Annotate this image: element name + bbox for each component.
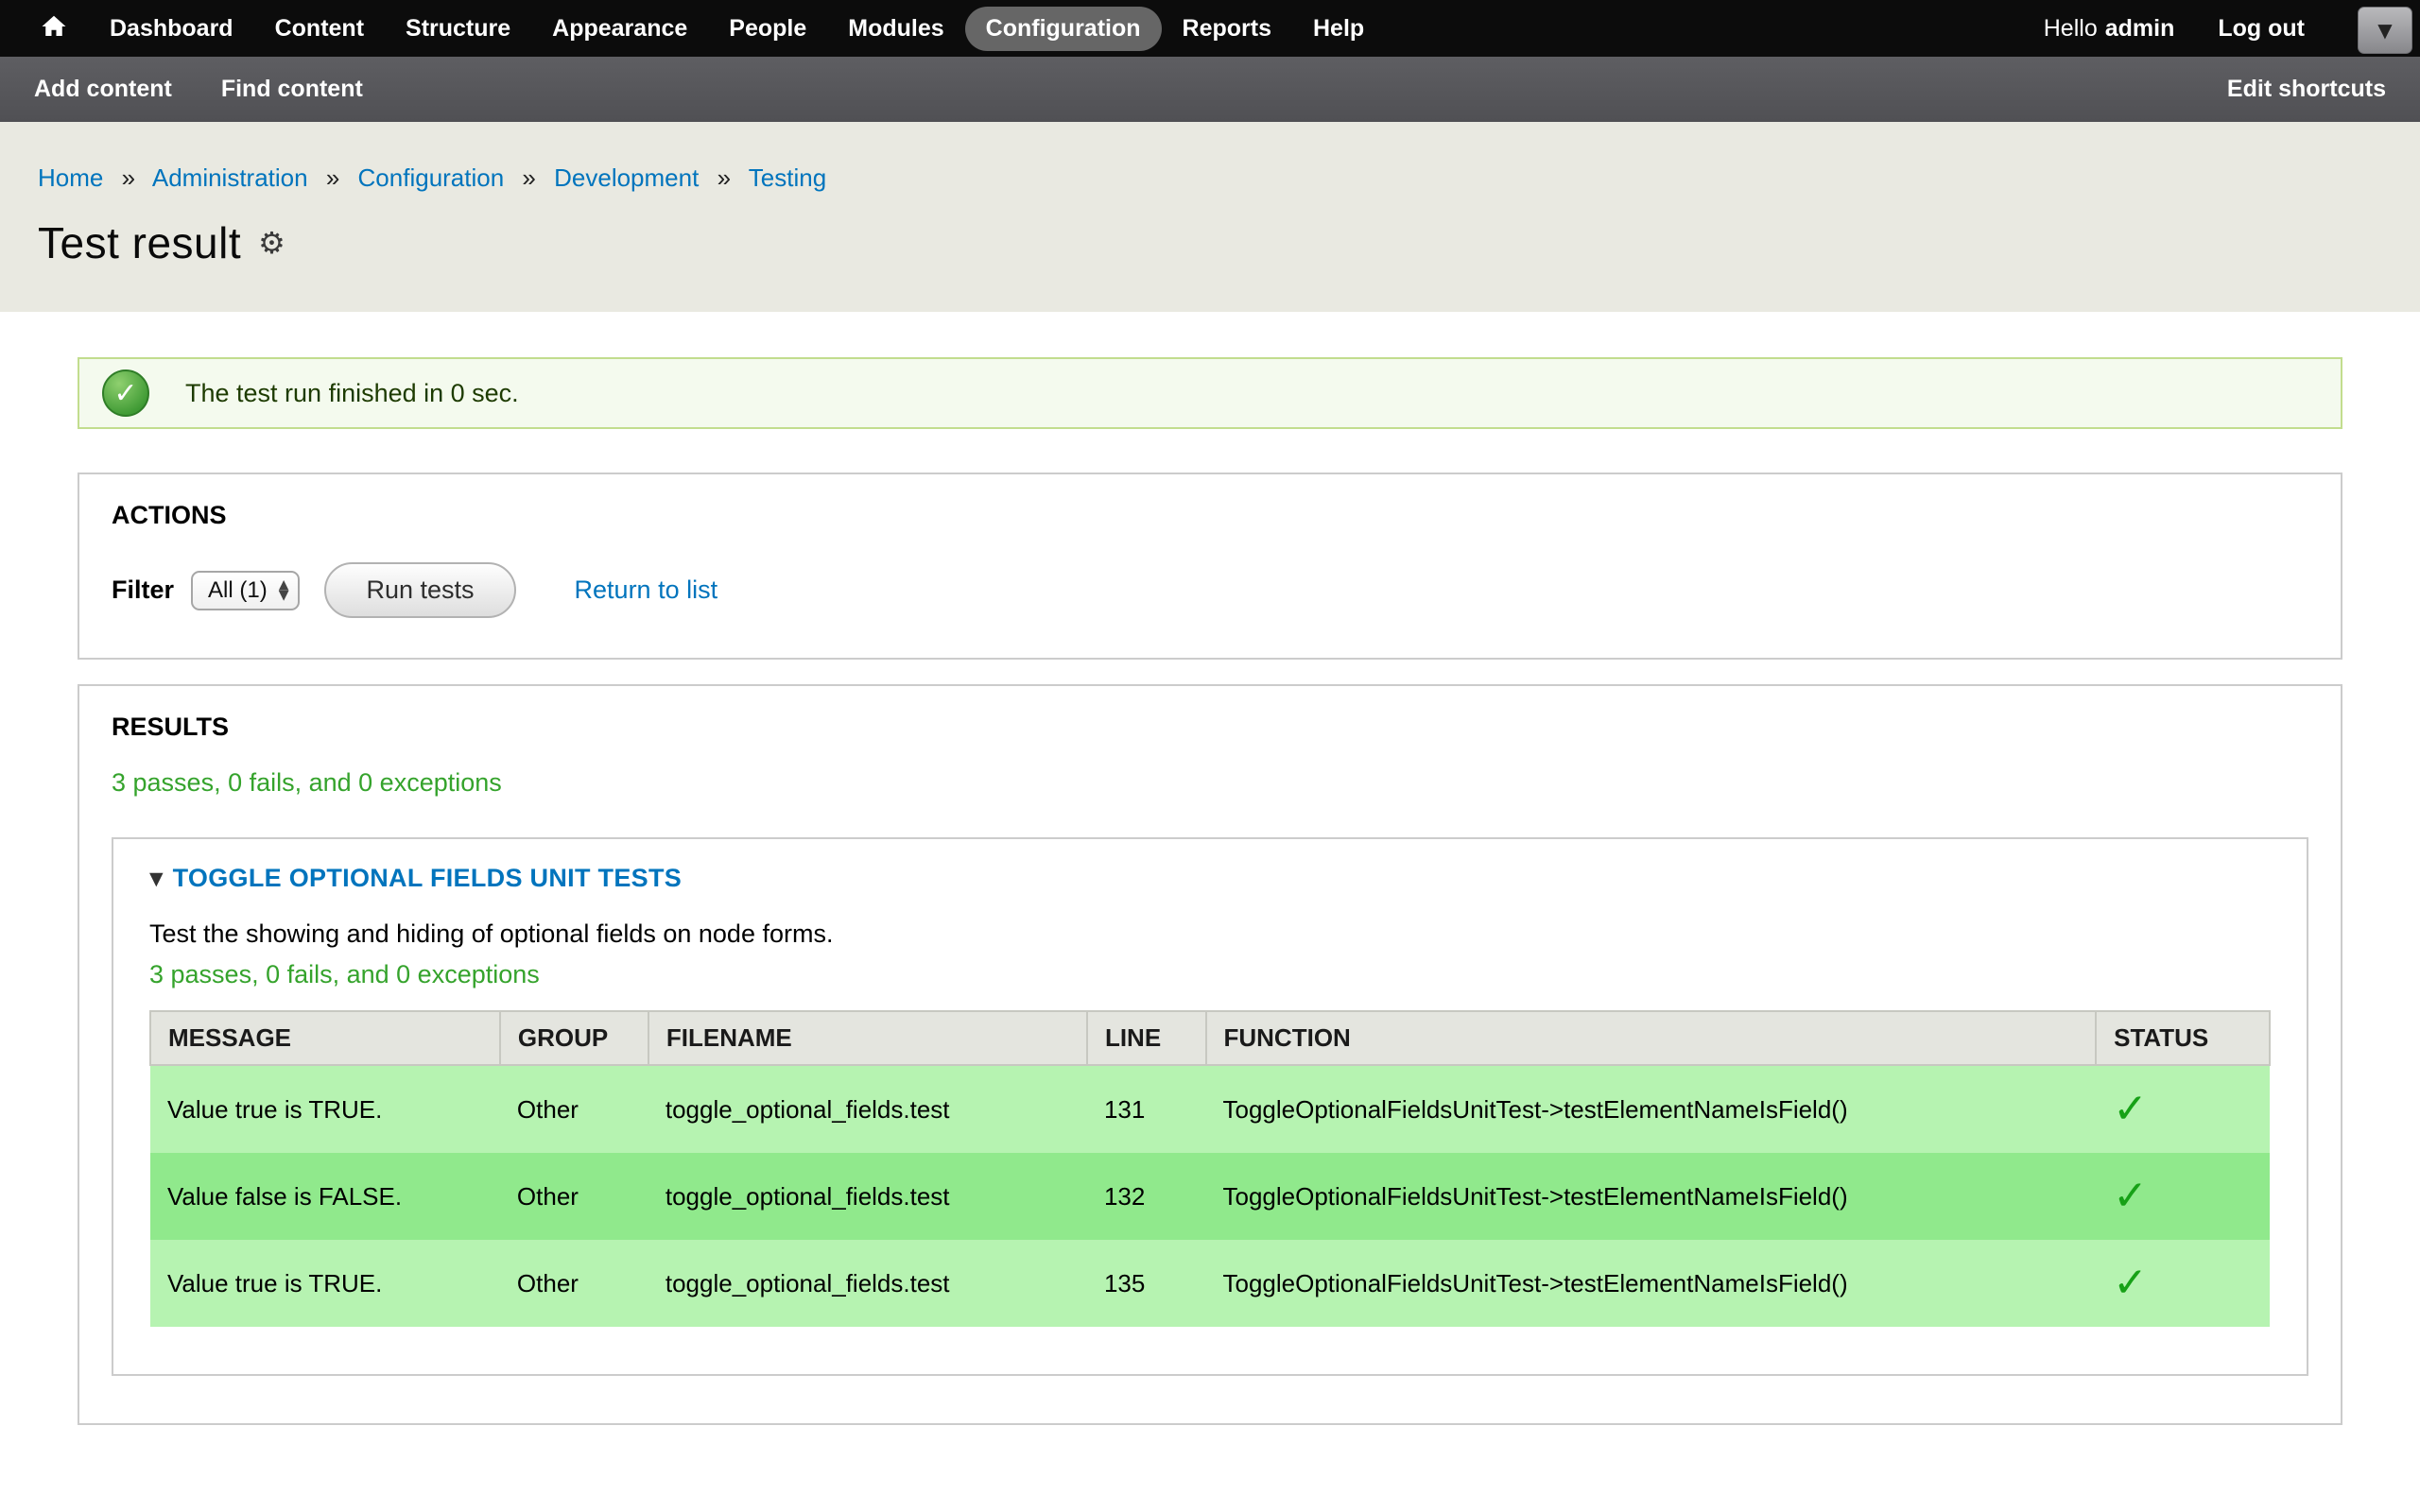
table-row: Value false is FALSE. Other toggle_optio… — [150, 1153, 2270, 1240]
toolbar-item-configuration[interactable]: Configuration — [965, 7, 1162, 51]
admin-toolbar: Dashboard Content Structure Appearance P… — [0, 0, 2420, 57]
test-group-description: Test the showing and hiding of optional … — [149, 919, 2271, 949]
return-to-list-link[interactable]: Return to list — [575, 576, 718, 605]
test-group-fieldset: ▼ TOGGLE OPTIONAL FIELDS UNIT TESTS Test… — [112, 837, 2308, 1376]
breadcrumb-separator: » — [122, 163, 135, 192]
table-row: Value true is TRUE. Other toggle_optiona… — [150, 1065, 2270, 1153]
cell-status: ✓ — [2096, 1240, 2270, 1327]
edit-shortcuts-link[interactable]: Edit shortcuts — [2227, 76, 2386, 102]
toolbar-menu: Dashboard Content Structure Appearance P… — [89, 7, 1385, 51]
cell-line: 135 — [1087, 1240, 1206, 1327]
cell-group: Other — [500, 1153, 648, 1240]
shortcut-add-content[interactable]: Add content — [34, 76, 172, 103]
logout-link[interactable]: Log out — [2218, 15, 2305, 43]
cell-message: Value false is FALSE. — [150, 1153, 500, 1240]
column-header-function: FUNCTION — [1206, 1011, 2097, 1065]
results-legend: RESULTS — [112, 713, 2308, 742]
page-title: Test result — [38, 217, 241, 268]
column-header-status: STATUS — [2096, 1011, 2270, 1065]
results-panel: RESULTS 3 passes, 0 fails, and 0 excepti… — [78, 684, 2342, 1425]
column-header-line: LINE — [1087, 1011, 1206, 1065]
table-header-row: MESSAGE GROUP FILENAME LINE FUNCTION STA… — [150, 1011, 2270, 1065]
shortcuts-bar: Add content Find content Edit shortcuts — [0, 57, 2420, 122]
table-row: Value true is TRUE. Other toggle_optiona… — [150, 1240, 2270, 1327]
page-header: Home » Administration » Configuration » … — [0, 122, 2420, 312]
user-greeting: Helloadmin — [2044, 15, 2175, 43]
column-header-message: MESSAGE — [150, 1011, 500, 1065]
status-message: ✓ The test run finished in 0 sec. — [78, 357, 2342, 429]
test-group-summary: 3 passes, 0 fails, and 0 exceptions — [149, 960, 2271, 989]
cell-line: 132 — [1087, 1153, 1206, 1240]
breadcrumb-testing[interactable]: Testing — [749, 163, 826, 192]
cell-filename: toggle_optional_fields.test — [648, 1240, 1087, 1327]
cell-group: Other — [500, 1065, 648, 1153]
breadcrumb-configuration[interactable]: Configuration — [358, 163, 505, 192]
status-check-icon: ✓ — [102, 369, 149, 417]
actions-panel: ACTIONS Filter All (1) ▲▼ Run tests Retu… — [78, 472, 2342, 660]
breadcrumb-separator: » — [522, 163, 535, 192]
cell-status: ✓ — [2096, 1065, 2270, 1153]
column-header-filename: FILENAME — [648, 1011, 1087, 1065]
cell-group: Other — [500, 1240, 648, 1327]
cell-status: ✓ — [2096, 1153, 2270, 1240]
contextual-gear-icon[interactable]: ⚙ — [258, 228, 285, 258]
cell-filename: toggle_optional_fields.test — [648, 1065, 1087, 1153]
pass-check-icon: ✓ — [2113, 1172, 2148, 1220]
toolbar-item-modules[interactable]: Modules — [827, 7, 964, 51]
chevron-down-icon: ▼ — [2377, 19, 2392, 42]
toolbar-user-area: Helloadmin Log out — [2044, 15, 2305, 43]
toolbar-toggle-button[interactable]: ▼ — [2358, 7, 2412, 54]
cell-function: ToggleOptionalFieldsUnitTest->testElemen… — [1206, 1240, 2097, 1327]
username: admin — [2105, 15, 2175, 42]
toolbar-item-dashboard[interactable]: Dashboard — [89, 7, 254, 51]
breadcrumb-administration[interactable]: Administration — [152, 163, 308, 192]
filter-label: Filter — [112, 576, 174, 605]
toolbar-item-people[interactable]: People — [708, 7, 827, 51]
cell-filename: toggle_optional_fields.test — [648, 1153, 1087, 1240]
collapse-arrow-icon: ▼ — [149, 868, 164, 889]
run-tests-button[interactable]: Run tests — [324, 562, 515, 618]
toolbar-item-help[interactable]: Help — [1292, 7, 1385, 51]
select-arrows-icon: ▲▼ — [279, 580, 289, 601]
toolbar-item-appearance[interactable]: Appearance — [531, 7, 708, 51]
home-icon-button[interactable] — [28, 0, 79, 57]
toolbar-item-structure[interactable]: Structure — [385, 7, 531, 51]
breadcrumb: Home » Administration » Configuration » … — [38, 163, 2382, 193]
cell-message: Value true is TRUE. — [150, 1240, 500, 1327]
toolbar-item-reports[interactable]: Reports — [1162, 7, 1292, 51]
column-header-group: GROUP — [500, 1011, 648, 1065]
cell-line: 131 — [1087, 1065, 1206, 1153]
breadcrumb-home[interactable]: Home — [38, 163, 103, 192]
actions-legend: ACTIONS — [112, 501, 2308, 530]
main-content: ✓ The test run finished in 0 sec. ACTION… — [0, 312, 2420, 1425]
status-message-text: The test run finished in 0 sec. — [185, 379, 519, 408]
cell-function: ToggleOptionalFieldsUnitTest->testElemen… — [1206, 1065, 2097, 1153]
filter-select[interactable]: All (1) ▲▼ — [191, 571, 300, 610]
results-summary: 3 passes, 0 fails, and 0 exceptions — [112, 768, 2308, 798]
test-group-title-link[interactable]: TOGGLE OPTIONAL FIELDS UNIT TESTS — [173, 864, 682, 893]
breadcrumb-separator: » — [717, 163, 731, 192]
filter-select-value: All (1) — [208, 577, 268, 604]
breadcrumb-separator: » — [326, 163, 339, 192]
shortcut-find-content[interactable]: Find content — [221, 76, 363, 103]
toolbar-item-content[interactable]: Content — [254, 7, 385, 51]
cell-message: Value true is TRUE. — [150, 1065, 500, 1153]
pass-check-icon: ✓ — [2113, 1085, 2148, 1133]
cell-function: ToggleOptionalFieldsUnitTest->testElemen… — [1206, 1153, 2097, 1240]
breadcrumb-development[interactable]: Development — [554, 163, 699, 192]
pass-check-icon: ✓ — [2113, 1259, 2148, 1307]
results-table: MESSAGE GROUP FILENAME LINE FUNCTION STA… — [149, 1010, 2271, 1327]
home-icon — [40, 12, 68, 45]
